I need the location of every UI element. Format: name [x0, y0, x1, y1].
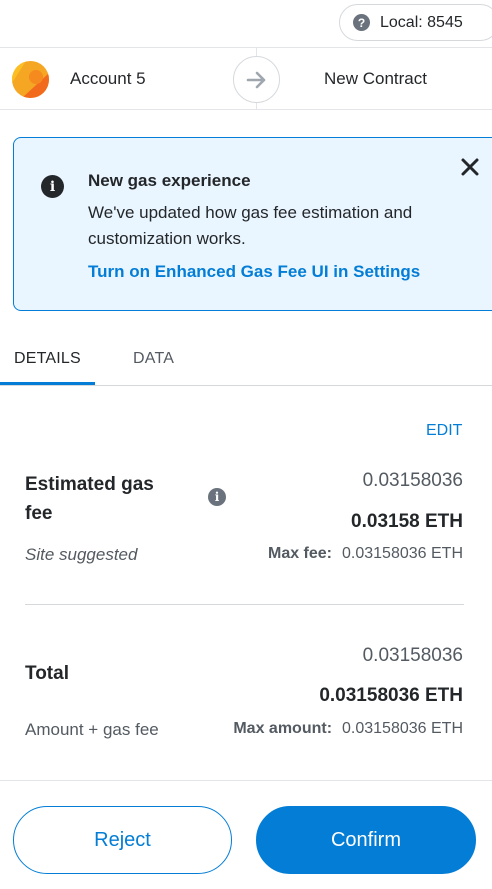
total-label: Total: [25, 663, 69, 684]
gas-fee-primary: 0.03158 ETH: [351, 511, 463, 532]
gas-notice-banner: i New gas experience We've updated how g…: [13, 137, 492, 311]
active-tab-indicator: [0, 382, 95, 385]
network-label: Local: 8545: [380, 13, 463, 31]
total-description: Amount + gas fee: [25, 720, 159, 739]
max-fee-value: 0.03158036 ETH: [342, 545, 463, 562]
info-icon: i: [41, 175, 64, 198]
max-amount-value: 0.03158036 ETH: [342, 720, 463, 737]
network-selector[interactable]: ? Local: 8545: [339, 4, 492, 41]
reject-button[interactable]: Reject: [13, 806, 232, 874]
top-bar: ? Local: 8545: [0, 0, 492, 48]
close-icon[interactable]: [460, 156, 480, 184]
gas-info-icon[interactable]: i: [208, 488, 226, 506]
tab-data[interactable]: DATA: [133, 350, 174, 368]
account-avatar: [12, 61, 49, 98]
enable-enhanced-gas-link[interactable]: Turn on Enhanced Gas Fee UI in Settings: [88, 262, 420, 282]
gas-max-fee: Max fee: 0.03158036 ETH: [268, 545, 463, 563]
arrow-right-icon: [233, 56, 280, 103]
gas-fee-secondary: 0.03158036: [362, 470, 463, 491]
total-primary: 0.03158036 ETH: [319, 685, 463, 706]
gas-fee-source: Site suggested: [25, 545, 138, 564]
details-tabs: DETAILS DATA: [0, 336, 492, 386]
total-max-amount: Max amount: 0.03158036 ETH: [233, 720, 463, 738]
footer-actions: Reject Confirm: [0, 780, 492, 889]
question-icon: ?: [353, 14, 370, 31]
max-amount-label: Max amount:: [233, 720, 333, 737]
max-fee-label: Max fee:: [267, 545, 333, 562]
sender-account-name: Account 5: [70, 69, 146, 88]
edit-gas-button[interactable]: EDIT: [426, 422, 462, 440]
total-secondary: 0.03158036: [362, 645, 463, 666]
confirm-button[interactable]: Confirm: [256, 806, 476, 874]
details-divider: [25, 604, 464, 605]
notice-body: We've updated how gas fee estimation and…: [88, 203, 413, 248]
transaction-parties: Account 5 New Contract: [0, 48, 492, 110]
recipient-label: New Contract: [324, 69, 427, 88]
estimated-gas-fee-label: Estimated gas fee: [25, 474, 154, 524]
tab-details[interactable]: DETAILS: [14, 350, 81, 368]
notice-title: New gas experience: [88, 171, 251, 190]
